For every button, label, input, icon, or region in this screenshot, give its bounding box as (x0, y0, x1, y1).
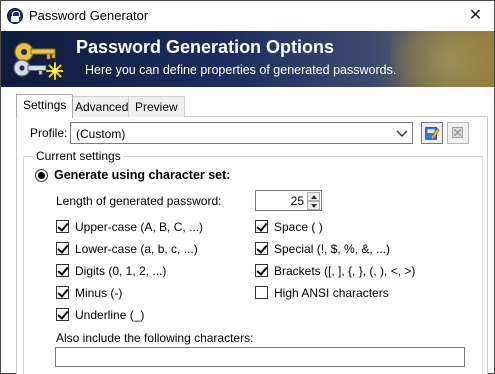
save-profile-button[interactable] (421, 122, 443, 144)
lowercase-label[interactable]: Lower-case (a, b, c, ...) (75, 242, 198, 256)
chevron-down-icon (396, 130, 408, 137)
banner-subtitle: Here you can define properties of genera… (85, 63, 397, 77)
high-ansi-checkbox[interactable] (255, 286, 268, 299)
tab-advanced[interactable]: Advanced (68, 96, 136, 117)
underline-checkbox[interactable] (56, 308, 69, 321)
special-label[interactable]: Special (!, $, %, &, ...) (274, 242, 390, 256)
length-label: Length of generated password: (56, 194, 222, 208)
brackets-checkbox[interactable] (255, 264, 268, 277)
high-ansi-label[interactable]: High ANSI characters (274, 286, 389, 300)
delete-profile-button[interactable] (447, 122, 469, 144)
banner: Password Generation Options Here you can… (1, 31, 494, 87)
tab-settings[interactable]: Settings (16, 94, 74, 118)
also-include-input[interactable] (55, 347, 465, 367)
banner-title: Password Generation Options (76, 37, 335, 57)
space-checkbox[interactable] (255, 220, 268, 233)
tab-preview[interactable]: Preview (128, 96, 185, 117)
keys-icon (13, 42, 63, 80)
password-generator-window: Password Generator ✕ Password Generation… (0, 0, 495, 374)
profile-dropdown[interactable]: (Custom) (70, 122, 413, 144)
length-decrement-button[interactable] (307, 201, 320, 210)
lock-icon (7, 8, 23, 24)
special-checkbox[interactable] (255, 242, 268, 255)
window-title: Password Generator (29, 8, 149, 23)
charset-radio-label[interactable]: Generate using character set: (54, 168, 230, 182)
uppercase-label[interactable]: Upper-case (A, B, C, ...) (75, 220, 203, 234)
title-bar: Password Generator ✕ (1, 1, 494, 31)
minus-label[interactable]: Minus (-) (75, 286, 122, 300)
delete-icon (452, 127, 463, 138)
length-stepper[interactable]: 25 (255, 190, 322, 211)
digits-label[interactable]: Digits (0, 1, 2, ...) (75, 264, 166, 278)
close-button[interactable]: ✕ (457, 1, 494, 30)
digits-checkbox[interactable] (56, 264, 69, 277)
length-value: 25 (290, 194, 304, 208)
length-increment-button[interactable] (307, 192, 320, 201)
brackets-label[interactable]: Brackets ([, ], {, }, (, ), <, >) (274, 264, 415, 278)
save-profile-icon (425, 127, 440, 140)
underline-label[interactable]: Underline (_) (75, 308, 144, 322)
also-include-label: Also include the following characters: (56, 331, 254, 345)
banner-decoration (391, 31, 494, 87)
space-label[interactable]: Space ( ) (274, 220, 323, 234)
lowercase-checkbox[interactable] (56, 242, 69, 255)
uppercase-checkbox[interactable] (56, 220, 69, 233)
charset-radio[interactable] (35, 169, 48, 182)
group-title: Current settings (33, 149, 124, 163)
minus-checkbox[interactable] (56, 286, 69, 299)
profile-label: Profile: (30, 126, 68, 140)
profile-value: (Custom) (76, 127, 126, 141)
